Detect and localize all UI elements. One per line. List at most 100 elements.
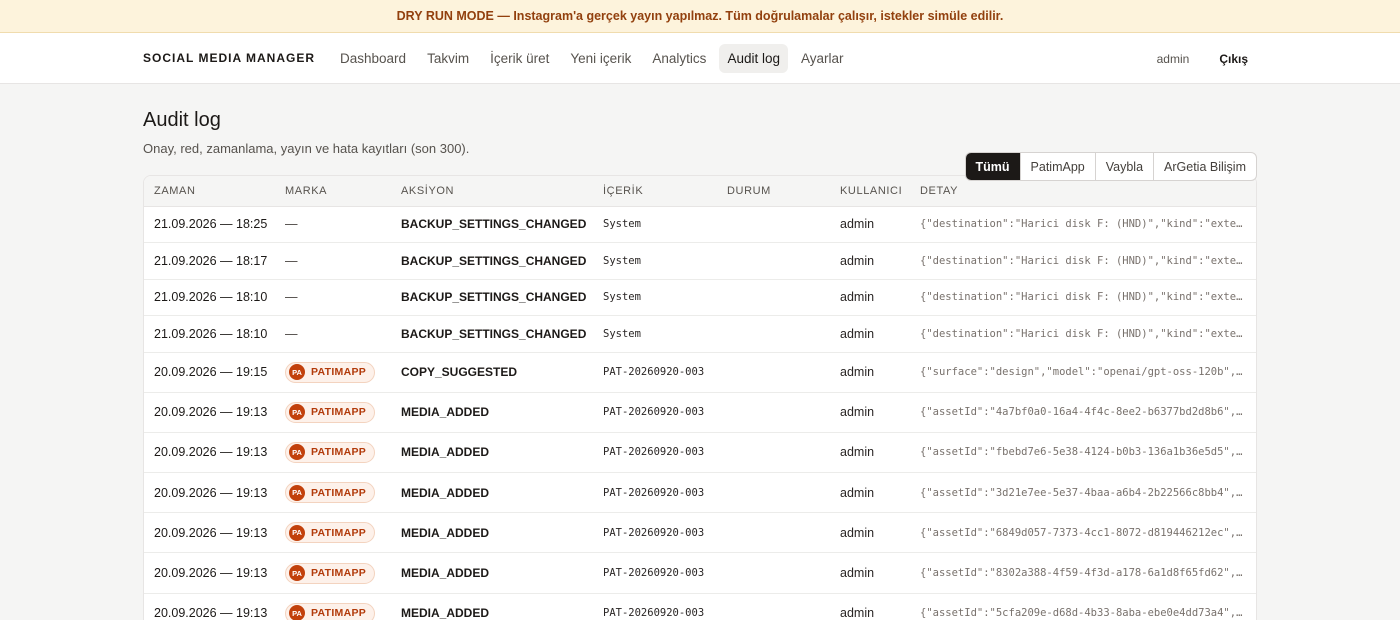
- cell-time: 21.09.2026 — 18:10: [144, 279, 275, 316]
- brand-avatar-icon: PA: [289, 605, 305, 620]
- brand-logo-text[interactable]: SOCIAL MEDIA MANAGER: [143, 51, 315, 65]
- table-row[interactable]: 21.09.2026 — 18:17 — BACKUP_SETTINGS_CHA…: [144, 242, 1256, 280]
- cell-user: admin: [830, 242, 910, 280]
- cell-brand: —: [275, 279, 391, 316]
- cell-content: PAT-20260920-003: [593, 512, 717, 554]
- brand-avatar-icon: PA: [289, 364, 305, 381]
- nav-link-ayarlar[interactable]: Ayarlar: [793, 44, 852, 73]
- cell-time: 20.09.2026 — 19:13: [144, 432, 275, 474]
- cell-content: PAT-20260920-003: [593, 392, 717, 433]
- header-brand: MARKA: [275, 176, 391, 207]
- cell-user: admin: [830, 552, 910, 594]
- header-content: İÇERİK: [593, 176, 717, 207]
- nav-link-audit-log[interactable]: Audit log: [719, 43, 788, 73]
- cell-user: admin: [830, 472, 910, 514]
- cell-content: PAT-20260920-003: [593, 432, 717, 474]
- logout-button[interactable]: Çıkış: [1219, 52, 1248, 66]
- cell-status: [717, 352, 830, 393]
- cell-status: [717, 512, 830, 554]
- filter-argetia[interactable]: ArGetia Bilişim: [1153, 153, 1256, 180]
- table-row[interactable]: 20.09.2026 — 19:13 PA PATIMAPP MEDIA_ADDE…: [144, 552, 1256, 594]
- cell-user: admin: [830, 392, 910, 433]
- cell-content: PAT-20260920-003: [593, 472, 717, 514]
- cell-action: MEDIA_ADDED: [391, 593, 593, 620]
- cell-detail: {"surface":"design","model":"openai/gpt-…: [910, 352, 1256, 393]
- brand-badge: PA PATIMAPP: [285, 361, 376, 383]
- brand-badge: PA PATIMAPP: [285, 441, 376, 463]
- page-title: Audit log: [143, 109, 221, 131]
- cell-detail: {"destination":"Harici disk F: (HND)","k…: [910, 279, 1256, 316]
- cell-brand: PA PATIMAPP: [275, 392, 391, 433]
- brand-avatar-icon: PA: [289, 524, 305, 541]
- nav-link-dashboard[interactable]: Dashboard: [332, 44, 414, 73]
- audit-log-table-card: ZAMAN MARKA AKSİYON İÇERİK DURUM KULLANI…: [143, 175, 1257, 620]
- cell-time: 20.09.2026 — 19:15: [144, 352, 275, 393]
- cell-user: admin: [830, 512, 910, 554]
- brand-avatar-icon: PA: [289, 565, 305, 582]
- table-row[interactable]: 20.09.2026 — 19:13 PA PATIMAPP MEDIA_ADDE…: [144, 432, 1256, 474]
- brand-avatar-icon: PA: [289, 444, 305, 461]
- cell-action: MEDIA_ADDED: [391, 432, 593, 474]
- main-content: Audit log Onay, red, zamanlama, yayın ve…: [0, 109, 1400, 620]
- cell-detail: {"assetId":"8302a388-4f59-4f3d-a178-6a1d…: [910, 552, 1256, 594]
- cell-action: MEDIA_ADDED: [391, 392, 593, 433]
- nav-link-icerik-uret[interactable]: İçerik üret: [482, 44, 557, 73]
- cell-status: [717, 432, 830, 474]
- cell-content: System: [593, 279, 717, 316]
- cell-status: [717, 593, 830, 620]
- cell-content: System: [593, 206, 717, 243]
- audit-log-table: ZAMAN MARKA AKSİYON İÇERİK DURUM KULLANI…: [144, 176, 1256, 620]
- cell-user: admin: [830, 279, 910, 316]
- cell-detail: {"destination":"Harici disk F: (HND)","k…: [910, 242, 1256, 280]
- filter-patimapp[interactable]: PatimApp: [1019, 153, 1095, 180]
- brand-badge-label: PATIMAPP: [311, 446, 367, 459]
- cell-user: admin: [830, 352, 910, 393]
- cell-action: BACKUP_SETTINGS_CHANGED: [391, 206, 593, 243]
- brand-badge-label: PATIMAPP: [311, 366, 367, 379]
- cell-content: PAT-20260920-003: [593, 552, 717, 594]
- cell-status: [717, 315, 830, 353]
- cell-content: System: [593, 315, 717, 353]
- filter-vaybla[interactable]: Vaybla: [1094, 153, 1153, 180]
- table-row[interactable]: 20.09.2026 — 19:13 PA PATIMAPP MEDIA_ADDE…: [144, 512, 1256, 554]
- cell-content: PAT-20260920-003: [593, 593, 717, 620]
- nav-link-takvim[interactable]: Takvim: [419, 44, 477, 73]
- cell-status: [717, 472, 830, 514]
- cell-brand: PA PATIMAPP: [275, 472, 391, 514]
- cell-time: 20.09.2026 — 19:13: [144, 552, 275, 594]
- brand-avatar-icon: PA: [289, 484, 305, 501]
- cell-brand: —: [275, 242, 391, 280]
- table-row[interactable]: 21.09.2026 — 18:25 — BACKUP_SETTINGS_CHA…: [144, 206, 1256, 243]
- dry-run-banner-text: DRY RUN MODE — Instagram'a gerçek yayın …: [396, 9, 1004, 23]
- table-row[interactable]: 20.09.2026 — 19:13 PA PATIMAPP MEDIA_ADDE…: [144, 472, 1256, 514]
- table-row[interactable]: 21.09.2026 — 18:10 — BACKUP_SETTINGS_CHA…: [144, 315, 1256, 353]
- cell-content: System: [593, 242, 717, 280]
- cell-detail: {"assetId":"3d21e7ee-5e37-4baa-a6b4-2b22…: [910, 472, 1256, 514]
- header-user: KULLANICI: [830, 176, 910, 207]
- table-row[interactable]: 20.09.2026 — 19:13 PA PATIMAPP MEDIA_ADDE…: [144, 593, 1256, 620]
- nav-link-analytics[interactable]: Analytics: [644, 44, 714, 73]
- table-row[interactable]: 20.09.2026 — 19:15 PA PATIMAPP COPY_SUGGE…: [144, 352, 1256, 393]
- brand-badge: PA PATIMAPP: [285, 562, 376, 584]
- brand-avatar-icon: PA: [289, 404, 305, 421]
- cell-action: MEDIA_ADDED: [391, 512, 593, 554]
- table-row[interactable]: 20.09.2026 — 19:13 PA PATIMAPP MEDIA_ADDE…: [144, 392, 1256, 433]
- cell-detail: {"assetId":"6849d057-7373-4cc1-8072-d819…: [910, 512, 1256, 554]
- brand-badge: PA PATIMAPP: [285, 401, 376, 423]
- cell-detail: {"assetId":"4a7bf0a0-16a4-4f4c-8ee2-b637…: [910, 392, 1256, 433]
- cell-user: admin: [830, 315, 910, 353]
- nav-link-yeni-icerik[interactable]: Yeni içerik: [562, 44, 639, 73]
- filter-all[interactable]: Tümü: [965, 153, 1020, 180]
- cell-user: admin: [830, 432, 910, 474]
- cell-status: [717, 552, 830, 594]
- current-user: admin: [1156, 51, 1190, 66]
- dry-run-banner: DRY RUN MODE — Instagram'a gerçek yayın …: [0, 0, 1400, 33]
- header-status: DURUM: [717, 176, 830, 207]
- cell-action: BACKUP_SETTINGS_CHANGED: [391, 242, 593, 280]
- cell-detail: {"destination":"Harici disk F: (HND)","k…: [910, 315, 1256, 353]
- cell-time: 21.09.2026 — 18:17: [144, 242, 275, 280]
- top-nav: SOCIAL MEDIA MANAGER Dashboard Takvim İç…: [0, 33, 1400, 84]
- table-row[interactable]: 21.09.2026 — 18:10 — BACKUP_SETTINGS_CHA…: [144, 279, 1256, 316]
- cell-time: 20.09.2026 — 19:13: [144, 512, 275, 554]
- cell-detail: {"assetId":"5cfa209e-d68d-4b33-8aba-ebe0…: [910, 593, 1256, 620]
